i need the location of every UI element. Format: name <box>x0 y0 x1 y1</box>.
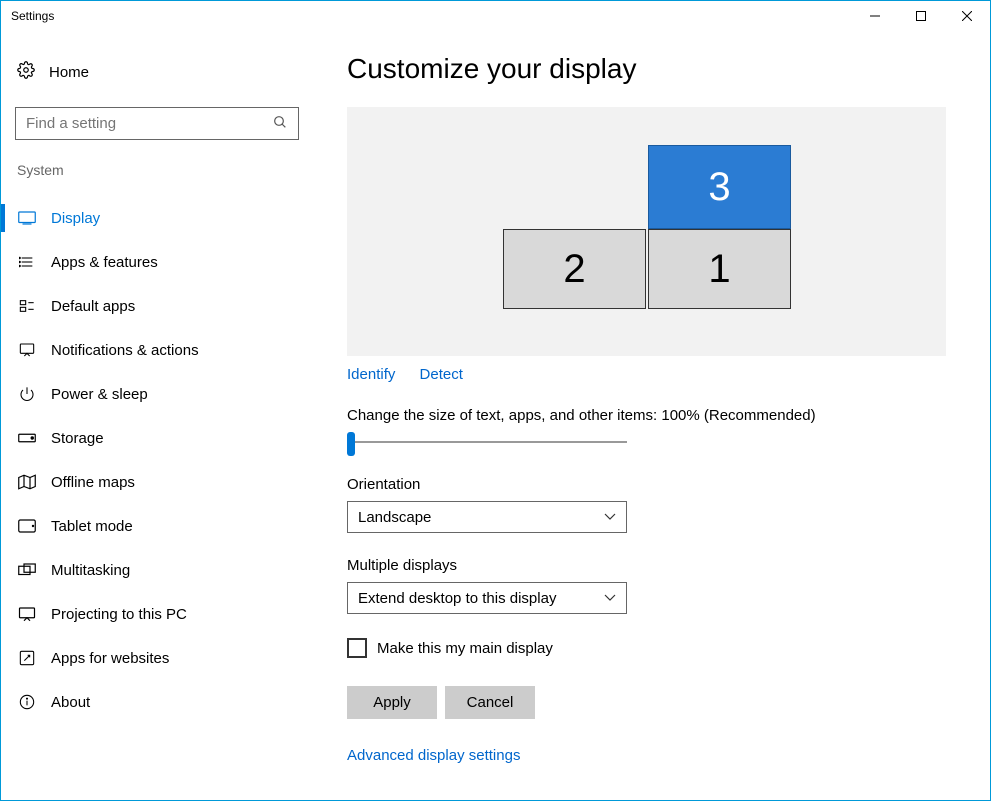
maximize-button[interactable] <box>898 1 944 31</box>
nav-label: Projecting to this PC <box>51 606 187 623</box>
multiple-displays-label: Multiple displays <box>347 557 946 574</box>
nav-label: Apps for websites <box>51 650 169 667</box>
list-icon <box>17 254 37 270</box>
nav-label: Display <box>51 210 100 227</box>
display-icon <box>17 211 37 225</box>
nav-item-offline-maps[interactable]: Offline maps <box>1 460 313 504</box>
home-label: Home <box>49 64 89 81</box>
scale-label: Change the size of text, apps, and other… <box>347 407 946 424</box>
search-icon <box>272 114 288 134</box>
slider-thumb[interactable] <box>347 432 355 456</box>
chevron-down-icon <box>604 510 616 524</box>
close-button[interactable] <box>944 1 990 31</box>
nav-label: About <box>51 694 90 711</box>
window-title: Settings <box>11 9 54 23</box>
notifications-icon <box>17 342 37 358</box>
advanced-display-settings-link[interactable]: Advanced display settings <box>347 747 520 764</box>
nav-label: Tablet mode <box>51 518 133 535</box>
home-button[interactable]: Home <box>15 55 299 89</box>
info-icon <box>17 694 37 710</box>
main-display-checkbox-label: Make this my main display <box>377 640 553 657</box>
map-icon <box>17 474 37 490</box>
multitasking-icon <box>17 563 37 577</box>
nav-item-tablet-mode[interactable]: Tablet mode <box>1 504 313 548</box>
search-input[interactable] <box>26 115 272 132</box>
nav-item-notifications[interactable]: Notifications & actions <box>1 328 313 372</box>
nav-label: Offline maps <box>51 474 135 491</box>
monitor-3[interactable]: 3 <box>648 145 791 229</box>
nav-item-storage[interactable]: Storage <box>1 416 313 460</box>
nav-item-multitasking[interactable]: Multitasking <box>1 548 313 592</box>
chevron-down-icon <box>604 591 616 605</box>
main-display-checkbox[interactable] <box>347 638 367 658</box>
projecting-icon <box>17 606 37 622</box>
monitor-1[interactable]: 1 <box>648 229 791 309</box>
orientation-label: Orientation <box>347 476 946 493</box>
section-header: System <box>15 162 299 178</box>
main-content: Customize your display 321 Identify Dete… <box>313 31 990 800</box>
nav-item-default-apps[interactable]: Default apps <box>1 284 313 328</box>
apply-button[interactable]: Apply <box>347 686 437 719</box>
nav-item-apps-websites[interactable]: Apps for websites <box>1 636 313 680</box>
minimize-button[interactable] <box>852 1 898 31</box>
titlebar: Settings <box>1 1 990 31</box>
main-display-checkbox-row[interactable]: Make this my main display <box>347 638 946 658</box>
sidebar: Home System Display Apps & features <box>1 31 313 800</box>
monitor-2[interactable]: 2 <box>503 229 646 309</box>
apps-websites-icon <box>17 650 37 666</box>
nav-label: Power & sleep <box>51 386 148 403</box>
multiple-displays-value: Extend desktop to this display <box>358 590 556 607</box>
search-box[interactable] <box>15 107 299 140</box>
nav-label: Apps & features <box>51 254 158 271</box>
cancel-button[interactable]: Cancel <box>445 686 535 719</box>
nav-label: Multitasking <box>51 562 130 579</box>
orientation-select[interactable]: Landscape <box>347 501 627 533</box>
nav-item-projecting[interactable]: Projecting to this PC <box>1 592 313 636</box>
nav-item-about[interactable]: About <box>1 680 313 724</box>
storage-icon <box>17 433 37 443</box>
scale-slider[interactable] <box>347 432 627 452</box>
defaults-icon <box>17 298 37 314</box>
power-icon <box>17 386 37 402</box>
window-controls <box>852 1 990 31</box>
nav-item-apps-features[interactable]: Apps & features <box>1 240 313 284</box>
tablet-icon <box>17 519 37 533</box>
nav-item-power-sleep[interactable]: Power & sleep <box>1 372 313 416</box>
nav-label: Default apps <box>51 298 135 315</box>
monitor-arrangement[interactable]: 321 <box>347 107 946 356</box>
gear-icon <box>17 61 37 83</box>
multiple-displays-select[interactable]: Extend desktop to this display <box>347 582 627 614</box>
nav-item-display[interactable]: Display <box>1 196 313 240</box>
nav-label: Storage <box>51 430 104 447</box>
detect-link[interactable]: Detect <box>420 366 463 383</box>
orientation-value: Landscape <box>358 509 431 526</box>
identify-link[interactable]: Identify <box>347 366 395 383</box>
page-title: Customize your display <box>347 53 946 85</box>
nav-label: Notifications & actions <box>51 342 199 359</box>
